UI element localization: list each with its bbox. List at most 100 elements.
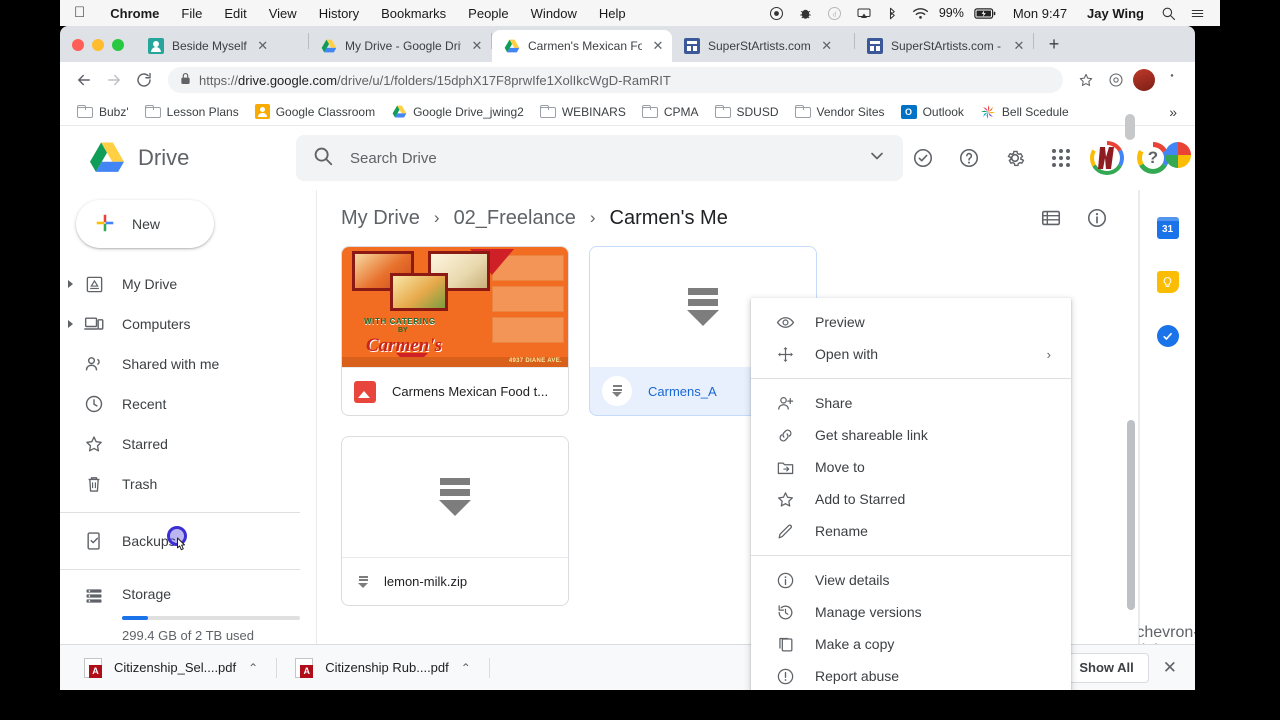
context-menu-item-make-a-copy[interactable]: Make a copy <box>751 628 1071 660</box>
breadcrumb-current-folder[interactable]: Carmen's Me <box>610 207 728 230</box>
new-button[interactable]: New <box>76 200 214 248</box>
browser-tab-1[interactable]: My Drive - Google Drive ✕ <box>309 30 491 62</box>
download-item-0[interactable]: Citizenship_Sel....pdf ⌃ <box>72 652 270 684</box>
bookmark-outlook[interactable]: O Outlook <box>894 102 971 122</box>
wifi-icon[interactable] <box>905 6 936 21</box>
control-center-icon[interactable] <box>1183 6 1212 21</box>
star-icon[interactable] <box>1073 67 1099 93</box>
close-window-button[interactable] <box>72 39 84 51</box>
profile-avatar[interactable] <box>1133 69 1155 91</box>
breadcrumb-my-drive[interactable]: My Drive <box>341 207 420 230</box>
context-menu-item-preview[interactable]: Preview <box>751 306 1071 338</box>
browser-tab-4[interactable]: SuperStArtists.com - S ✕ <box>855 30 1033 62</box>
context-menu-item-manage-versions[interactable]: Manage versions <box>751 596 1071 628</box>
bookmark-google-classroom[interactable]: Google Classroom <box>248 101 382 122</box>
airplay-icon[interactable] <box>849 6 879 21</box>
close-downloads-bar-button[interactable]: ✕ <box>1163 658 1177 678</box>
file-card-image[interactable]: WITH CATERING BY Carmen's 4937 DIANE AVE… <box>341 246 569 416</box>
apps-grid-icon[interactable] <box>1041 138 1081 178</box>
tab-close-icon[interactable]: ✕ <box>1011 38 1027 54</box>
chevron-right-icon[interactable] <box>68 320 73 328</box>
file-card-lemon-milk[interactable]: lemon-milk.zip <box>341 436 569 606</box>
bookmark-google-drive-jwing2[interactable]: Google Drive_jwing2 <box>384 101 531 123</box>
google-calendar-icon[interactable]: 31 <box>1156 216 1180 240</box>
extension-peek[interactable] <box>1170 78 1195 106</box>
menubar-user[interactable]: Jay Wing <box>1077 6 1154 21</box>
bookmark-vendor-sites[interactable]: Vendor Sites <box>788 102 892 122</box>
menubar-item-view[interactable]: View <box>258 6 308 21</box>
record-icon[interactable] <box>762 6 791 21</box>
list-view-icon[interactable] <box>1033 200 1069 236</box>
sidebar-item-shared-with-me[interactable]: Shared with me <box>60 344 316 384</box>
battery-charging-icon[interactable] <box>967 7 1003 20</box>
window-scrollbar-thumb[interactable] <box>1125 114 1135 140</box>
new-tab-button[interactable]: + <box>1040 30 1068 58</box>
context-menu-item-rename[interactable]: Rename <box>751 515 1071 547</box>
show-all-downloads-button[interactable]: Show All <box>1064 652 1149 683</box>
breadcrumb-02-freelance[interactable]: 02_Freelance <box>454 207 576 230</box>
browser-tab-2-active[interactable]: Carmen's Mexican Foo ✕ <box>492 30 672 62</box>
filter-options-icon[interactable] <box>867 146 887 171</box>
context-menu-item-share[interactable]: Share <box>751 387 1071 419</box>
bookmark-bell-scedule[interactable]: Bell Scedule <box>973 101 1076 123</box>
apple-icon[interactable]:  <box>74 5 85 20</box>
menubar-item-people[interactable]: People <box>457 6 519 21</box>
dropbox-icon[interactable]: d <box>820 6 849 21</box>
bookmark-cpma[interactable]: CPMA <box>635 102 706 122</box>
bookmark-sdusd[interactable]: SDUSD <box>708 102 786 122</box>
drive-logo[interactable]: Drive <box>76 141 276 175</box>
help-icon[interactable] <box>949 138 989 178</box>
menubar-item-chrome[interactable]: Chrome <box>99 6 170 21</box>
browser-tab-3[interactable]: SuperStArtists.com ✕ <box>672 30 854 62</box>
tab-close-icon[interactable]: ✕ <box>819 38 835 54</box>
bookmark-lesson-plans[interactable]: Lesson Plans <box>138 102 246 122</box>
google-keep-icon[interactable] <box>1156 270 1180 294</box>
search-icon[interactable] <box>1154 6 1183 21</box>
content-scrollbar[interactable] <box>1127 420 1135 610</box>
menubar-item-bookmarks[interactable]: Bookmarks <box>370 6 457 21</box>
menubar-item-history[interactable]: History <box>308 6 370 21</box>
context-menu-item-get-shareable-link[interactable]: Get shareable link <box>751 419 1071 451</box>
settings-gear-icon[interactable] <box>995 138 1035 178</box>
bug-icon[interactable] <box>791 6 820 21</box>
address-bar[interactable]: https://drive.google.com/drive/u/1/folde… <box>168 67 1063 93</box>
context-menu-item-report-abuse[interactable]: Report abuse <box>751 660 1071 690</box>
bookmark-bubz[interactable]: Bubz' <box>70 102 136 122</box>
download-item-1[interactable]: Citizenship Rub....pdf ⌃ <box>283 652 483 684</box>
sidebar-item-recent[interactable]: Recent <box>60 384 316 424</box>
menubar-item-window[interactable]: Window <box>520 6 588 21</box>
context-menu-item-move-to[interactable]: Move to <box>751 451 1071 483</box>
context-menu-item-open-with[interactable]: Open with › <box>751 338 1071 370</box>
back-button[interactable] <box>70 66 98 94</box>
bookmark-webinars[interactable]: WEBINARS <box>533 102 633 122</box>
chevron-up-icon[interactable]: ⌃ <box>461 661 471 675</box>
tab-close-icon[interactable]: ✕ <box>469 38 485 54</box>
support-check-icon[interactable] <box>903 138 943 178</box>
menubar-item-edit[interactable]: Edit <box>213 6 257 21</box>
minimize-window-button[interactable] <box>92 39 104 51</box>
sidebar-item-computers[interactable]: Computers <box>60 304 316 344</box>
drive-search-box[interactable] <box>296 135 903 181</box>
search-input[interactable] <box>350 149 851 167</box>
menubar-item-file[interactable]: File <box>170 6 213 21</box>
sidebar-item-my-drive[interactable]: My Drive <box>60 264 316 304</box>
menubar-item-help[interactable]: Help <box>588 6 637 21</box>
extension-ring-icon[interactable] <box>1165 142 1191 168</box>
context-menu-item-view-details[interactable]: View details <box>751 564 1071 596</box>
browser-tab-0[interactable]: Beside Myself ✕ <box>136 30 308 62</box>
forward-button[interactable] <box>100 66 128 94</box>
reload-button[interactable] <box>130 66 158 94</box>
extension-icon[interactable] <box>1103 67 1129 93</box>
tab-close-icon[interactable]: ✕ <box>650 38 666 54</box>
chevron-up-icon[interactable]: ⌃ <box>248 661 258 675</box>
google-tasks-icon[interactable] <box>1156 324 1180 348</box>
tab-close-icon[interactable]: ✕ <box>255 38 271 54</box>
chevron-right-icon[interactable] <box>68 280 73 288</box>
maximize-window-button[interactable] <box>112 39 124 51</box>
sidebar-item-starred[interactable]: Starred <box>60 424 316 464</box>
sidebar-item-trash[interactable]: Trash <box>60 464 316 504</box>
context-menu-item-add-to-starred[interactable]: Add to Starred <box>751 483 1071 515</box>
info-icon[interactable] <box>1079 200 1115 236</box>
bluetooth-icon[interactable] <box>879 6 905 21</box>
avatar[interactable] <box>1087 138 1127 178</box>
